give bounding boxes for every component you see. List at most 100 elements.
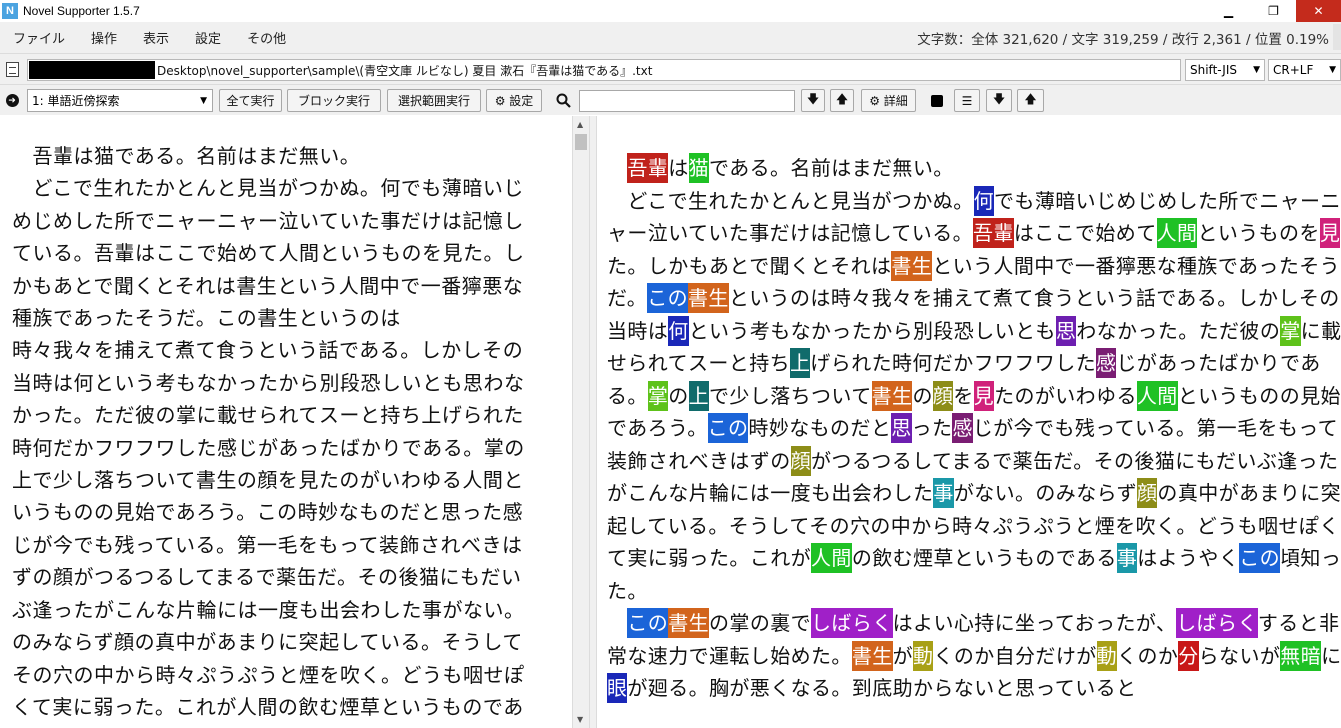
highlighted-word: 事 <box>1116 543 1138 573</box>
text-segment: はここで始めて <box>1013 221 1157 245</box>
search-next-button[interactable]: 🡇 <box>801 89 825 112</box>
highlighted-word: 感 <box>1096 348 1117 378</box>
prev-result-button[interactable]: 🡅 <box>1017 89 1044 112</box>
chevron-down-icon: ▼ <box>1253 65 1260 75</box>
highlighted-word: この <box>707 413 749 443</box>
scroll-up-icon[interactable]: ▲ <box>577 120 583 129</box>
highlighted-word: 吾輩 <box>627 153 669 183</box>
scroll-down-icon[interactable]: ▼ <box>577 715 583 724</box>
highlighted-word: 掌 <box>1280 315 1301 346</box>
text-segment: はよい心持に坐っておったが、 <box>892 611 1177 635</box>
newline-value: CR+LF <box>1273 63 1314 77</box>
text-segment <box>607 156 627 180</box>
highlighted-word: この <box>647 283 689 313</box>
text-segment: くのか自分だけが <box>933 643 1097 668</box>
highlighted-word: 感 <box>952 413 973 443</box>
highlighted-word: 顔 <box>790 445 812 476</box>
highlighted-word: この <box>1239 543 1281 573</box>
redacted-path-prefix <box>29 61 155 79</box>
highlighted-word: 人間 <box>1136 380 1178 411</box>
encoding-value: Shift-JIS <box>1190 63 1237 77</box>
highlighted-text: 吾輩は猫である。名前はまだ無い。 どこで生れたかとんと見当がつかぬ。何でも薄暗い… <box>607 152 1341 705</box>
menu-bar: ファイル 操作 表示 設定 その他 文字数：全体 321,620 / 文字 31… <box>0 22 1341 53</box>
highlighted-word: 書生 <box>688 283 729 313</box>
highlighted-word: 書生 <box>851 640 893 671</box>
app-logo-icon: N <box>2 3 18 19</box>
highlighted-word: 上 <box>688 380 710 411</box>
text-segment: たのがいわゆる <box>994 383 1137 408</box>
file-path-text: Desktop\novel_supporter\sample\(青空文庫 ルビな… <box>157 63 653 78</box>
menu-other[interactable]: その他 <box>234 28 299 47</box>
toolbar: ➜ 1: 単語近傍探索 ▼ 全て実行 ブロック実行 選択範囲実行 ⚙ 設定 🡇 … <box>0 84 1341 115</box>
highlighted-word: 書生 <box>891 250 933 281</box>
search-input[interactable] <box>579 90 795 112</box>
search-prev-button[interactable]: 🡅 <box>830 89 854 112</box>
highlighted-word: 分 <box>1178 640 1199 671</box>
settings-button[interactable]: ⚙ 設定 <box>486 89 542 112</box>
menu-operation[interactable]: 操作 <box>78 28 130 47</box>
text-segment: 時妙なものだと <box>748 416 892 440</box>
mode-select[interactable]: 1: 単語近傍探索 ▼ <box>27 89 213 112</box>
detail-button[interactable]: ⚙ 詳細 <box>861 89 916 112</box>
mode-value: 1: 単語近傍探索 <box>32 94 120 108</box>
highlighted-word: 上 <box>790 348 811 378</box>
highlighted-word: 猫 <box>688 153 710 183</box>
text-segment: げられた時何だかフワフワした <box>810 351 1097 375</box>
run-block-button[interactable]: ブロック実行 <box>287 89 381 112</box>
encoding-select[interactable]: Shift-JIS ▼ <box>1185 59 1265 81</box>
text-segment: という考もなかったから別段恐しいとも <box>688 318 1056 343</box>
scrollbar-thumb[interactable] <box>575 134 587 150</box>
menu-file[interactable]: ファイル <box>0 28 78 47</box>
stats-scrollbar[interactable] <box>1333 24 1341 50</box>
list-button[interactable]: ☰ <box>954 89 980 112</box>
text-segment: た。しかもあとで聞くとそれは <box>607 253 892 278</box>
text-segment: はようやく <box>1137 546 1240 570</box>
pane-splitter[interactable] <box>589 116 597 728</box>
highlighted-word: 人間 <box>1156 218 1198 248</box>
file-path-bar: Desktop\novel_supporter\sample\(青空文庫 ルビな… <box>0 53 1341 84</box>
highlighted-word: 動 <box>1096 640 1118 671</box>
highlighted-word: 眼 <box>607 673 628 703</box>
highlighted-word: 何 <box>668 315 689 346</box>
chevron-down-icon: ▼ <box>1329 65 1336 75</box>
window-title: Novel Supporter 1.5.7 <box>23 4 140 18</box>
menu-view[interactable]: 表示 <box>130 28 182 47</box>
text-segment: を <box>953 383 974 408</box>
text-segment: が <box>892 643 914 668</box>
highlight-preview-pane: 吾輩は猫である。名前はまだ無い。 どこで生れたかとんと見当がつかぬ。何でも薄暗い… <box>597 116 1341 728</box>
run-selection-button[interactable]: 選択範囲実行 <box>387 89 481 112</box>
highlighted-word: 人間 <box>811 543 852 573</box>
highlighted-word: 顔 <box>932 380 954 411</box>
editor-scrollbar[interactable]: ▲ ▼ <box>572 116 589 728</box>
file-path-field[interactable]: Desktop\novel_supporter\sample\(青空文庫 ルビな… <box>27 59 1181 81</box>
highlighted-word: 思 <box>891 413 912 443</box>
highlighted-word: 何 <box>973 185 995 216</box>
close-button[interactable]: ✕ <box>1296 0 1341 22</box>
maximize-button[interactable]: ❐ <box>1251 0 1296 22</box>
highlighted-word: 事 <box>933 478 954 508</box>
text-segment: の <box>668 383 689 408</box>
newline-select[interactable]: CR+LF ▼ <box>1268 59 1341 81</box>
text-segment: の <box>912 383 933 408</box>
highlighted-word: 書生 <box>871 380 913 411</box>
text-segment: で少し落ちついて <box>709 383 872 408</box>
text-segment: わなかった。ただ彼の <box>1076 318 1281 343</box>
text-segment: というものを <box>1197 221 1320 245</box>
next-result-button[interactable]: 🡇 <box>986 89 1012 112</box>
editor-pane[interactable]: 吾輩は猫である。名前はまだ無い。 どこで生れたかとんと見当がつかぬ。何でも薄暗い… <box>0 116 572 728</box>
editor-text[interactable]: 吾輩は猫である。名前はまだ無い。 どこで生れたかとんと見当がつかぬ。何でも薄暗い… <box>12 140 540 728</box>
run-arrow-icon[interactable]: ➜ <box>4 89 20 112</box>
document-icon <box>6 61 19 77</box>
minimize-button[interactable]: ▁ <box>1206 0 1251 22</box>
color-swatch[interactable] <box>931 95 943 107</box>
highlighted-word: 見 <box>1319 218 1341 248</box>
chevron-down-icon: ▼ <box>200 95 207 106</box>
search-icon <box>553 89 573 112</box>
highlighted-word: 動 <box>913 640 934 671</box>
highlighted-word: 見 <box>973 380 995 411</box>
title-bar: N Novel Supporter 1.5.7 ▁ ❐ ✕ <box>0 0 1341 22</box>
text-segment: が廻る。胸が悪くなる。到底助からないと思っていると <box>627 676 1137 700</box>
run-all-button[interactable]: 全て実行 <box>219 89 282 112</box>
menu-settings[interactable]: 設定 <box>182 28 234 47</box>
highlighted-word: 吾輩 <box>973 218 1014 248</box>
